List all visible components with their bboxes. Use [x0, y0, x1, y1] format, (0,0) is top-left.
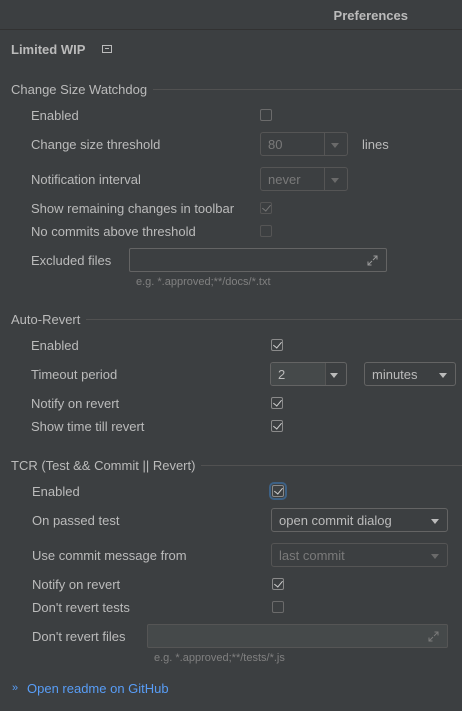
- section-title-autorevert: Auto-Revert: [11, 312, 87, 327]
- chevron-down-icon: [431, 554, 439, 559]
- tcr-enabled-checkbox[interactable]: [269, 482, 287, 500]
- on-passed-value: open commit dialog: [279, 513, 392, 528]
- expand-icon[interactable]: [367, 255, 378, 266]
- show-remaining-checkbox[interactable]: [260, 202, 272, 214]
- dont-revert-tests-label: Don't revert tests: [32, 600, 130, 615]
- collapse-icon[interactable]: [102, 45, 112, 53]
- chevron-down-icon: [330, 373, 338, 378]
- tcr-notify-label: Notify on revert: [32, 577, 121, 592]
- section-title-tcr: TCR (Test && Commit || Revert): [11, 458, 202, 473]
- excluded-files-hint: e.g. *.approved;**/docs/*.txt: [136, 276, 271, 288]
- chevron-down-icon: [431, 519, 439, 524]
- on-passed-label: On passed test: [32, 513, 120, 528]
- no-commits-checkbox[interactable]: [260, 225, 272, 237]
- excluded-files-field[interactable]: [129, 248, 387, 272]
- autorevert-notify-checkbox[interactable]: [271, 397, 283, 409]
- dont-revert-files-field[interactable]: [147, 624, 448, 648]
- tcr-notify-checkbox[interactable]: [272, 578, 284, 590]
- tcr-enabled-label: Enabled: [32, 484, 80, 499]
- threshold-combo[interactable]: 80: [260, 132, 348, 156]
- timeout-spinner[interactable]: 2: [270, 362, 347, 386]
- commit-message-value: last commit: [279, 548, 345, 563]
- dont-revert-tests-checkbox[interactable]: [272, 601, 284, 613]
- window-title: Preferences: [333, 8, 408, 23]
- timeout-unit-value: minutes: [372, 367, 418, 382]
- no-commits-label: No commits above threshold: [31, 224, 196, 239]
- excluded-files-label: Excluded files: [31, 253, 112, 268]
- page-heading: Limited WIP: [11, 42, 86, 57]
- chevron-down-icon: [439, 373, 447, 378]
- interval-label: Notification interval: [31, 172, 141, 187]
- timeout-label: Timeout period: [31, 367, 118, 382]
- double-chevron-icon: »: [12, 682, 19, 694]
- threshold-unit: lines: [362, 137, 389, 152]
- interval-value: never: [268, 172, 301, 187]
- open-readme-link[interactable]: Open readme on GitHub: [27, 681, 169, 696]
- interval-combo[interactable]: never: [260, 167, 348, 191]
- timeout-unit-combo[interactable]: minutes: [364, 362, 456, 386]
- show-time-checkbox[interactable]: [271, 420, 283, 432]
- commit-message-label: Use commit message from: [32, 548, 187, 563]
- autorevert-enabled-checkbox[interactable]: [271, 339, 283, 351]
- show-time-label: Show time till revert: [31, 419, 145, 434]
- chevron-down-icon: [331, 143, 339, 148]
- section-title-watchdog: Change Size Watchdog: [11, 82, 154, 97]
- watchdog-enabled-label: Enabled: [31, 108, 79, 123]
- expand-icon[interactable]: [428, 631, 439, 642]
- dont-revert-files-label: Don't revert files: [32, 629, 126, 644]
- on-passed-combo[interactable]: open commit dialog: [271, 508, 448, 532]
- watchdog-enabled-checkbox[interactable]: [260, 109, 272, 121]
- autorevert-notify-label: Notify on revert: [31, 396, 120, 411]
- show-remaining-label: Show remaining changes in toolbar: [31, 201, 235, 216]
- title-divider: [0, 29, 462, 30]
- autorevert-enabled-label: Enabled: [31, 338, 79, 353]
- chevron-down-icon: [331, 178, 339, 183]
- commit-message-combo[interactable]: last commit: [271, 543, 448, 567]
- threshold-label: Change size threshold: [31, 137, 161, 152]
- dont-revert-files-hint: e.g. *.approved;**/tests/*.js: [154, 652, 285, 664]
- threshold-value: 80: [268, 137, 283, 152]
- timeout-value: 2: [278, 367, 286, 382]
